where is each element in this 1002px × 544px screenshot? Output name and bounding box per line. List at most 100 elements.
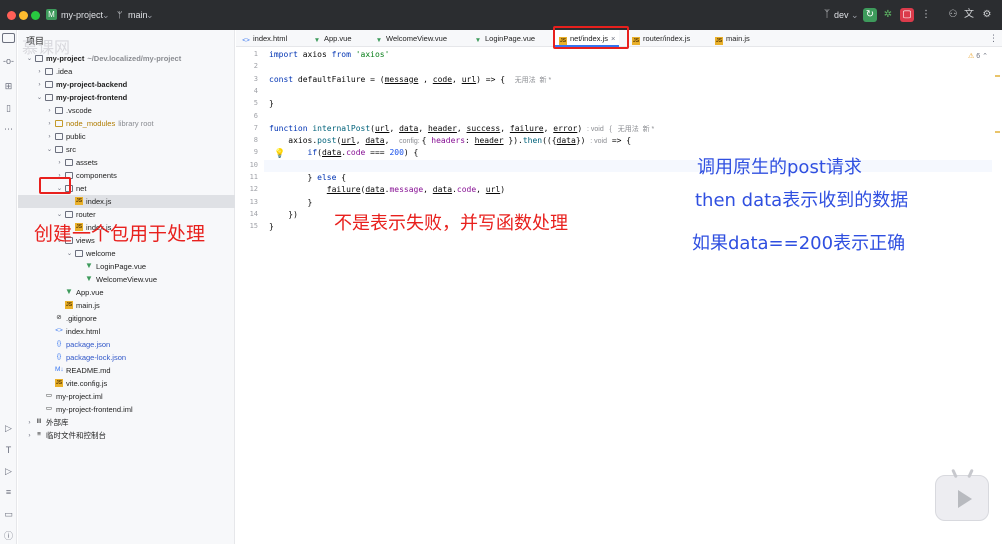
line-number: 10: [249, 160, 258, 169]
line-number: 7: [253, 123, 258, 132]
chevron-icon: ⌃: [982, 53, 988, 60]
tree-item-label: README.md: [66, 366, 111, 375]
tab-main-js[interactable]: JS main.js: [715, 30, 750, 47]
watermark: 慕课网: [22, 38, 71, 57]
code-line[interactable]: } else {: [269, 172, 347, 184]
code-token: ===: [365, 148, 390, 158]
line-number: 14: [249, 209, 258, 218]
commit-icon[interactable]: -o-: [2, 55, 15, 68]
line-number: 6: [253, 111, 258, 120]
tab-loginpage-vue[interactable]: ▼ LoginPage.vue: [474, 30, 535, 47]
code-token: data: [322, 148, 342, 158]
chevron-down-icon[interactable]: ⌄: [66, 247, 73, 260]
line-number: 9: [253, 148, 258, 157]
chevron-right-icon[interactable]: ›: [46, 130, 53, 143]
chevron-right-icon[interactable]: ›: [46, 117, 53, 130]
tree-item[interactable]: › my-project-backend: [18, 78, 235, 91]
translate-icon[interactable]: 文: [962, 8, 976, 22]
tree-item[interactable]: ▭ my-project.iml: [18, 390, 235, 403]
code-line[interactable]: }: [269, 197, 313, 209]
code-token: data: [399, 123, 419, 133]
tree-item[interactable]: ▼ WelcomeView.vue: [18, 273, 235, 286]
terminal-build-icon[interactable]: T: [2, 444, 15, 457]
maximize-window-button[interactable]: [31, 11, 40, 20]
tree-item[interactable]: › .vscode: [18, 104, 235, 117]
run-tool-icon[interactable]: ▷: [2, 465, 15, 478]
code-line[interactable]: import axios from 'axios': [269, 49, 389, 61]
branch-switcher[interactable]: main: [128, 10, 148, 20]
tree-item[interactable]: ⌄ src: [18, 143, 235, 156]
tree-item[interactable]: › node_modules library root: [18, 117, 235, 130]
project-tool-icon[interactable]: [2, 33, 15, 43]
chevron-right-icon[interactable]: ›: [36, 65, 43, 78]
code-line[interactable]: failure(data.message, data.code, url): [269, 184, 505, 196]
tab-app-vue[interactable]: ▼ App.vue: [313, 30, 352, 47]
stop-icon[interactable]: ▢: [900, 8, 914, 22]
line-number: 3: [253, 74, 258, 83]
tab-welcomeview-vue[interactable]: ▼ WelcomeView.vue: [375, 30, 447, 47]
settings-icon[interactable]: ⚙: [980, 8, 994, 22]
tree-item[interactable]: JS vite.config.js: [18, 377, 235, 390]
more-icon[interactable]: ⋮: [919, 8, 933, 22]
tree-item[interactable]: › assets: [18, 156, 235, 169]
vue-file-icon: ▼: [85, 274, 93, 283]
tree-item[interactable]: › ≡ 临时文件和控制台: [18, 429, 235, 442]
tree-item[interactable]: <> index.html: [18, 325, 235, 338]
code-line[interactable]: }): [269, 209, 298, 221]
inspection-widget[interactable]: ⚠ 6 ⌃: [968, 52, 988, 60]
tab-index-html[interactable]: <> index.html: [242, 30, 287, 47]
tree-item[interactable]: {} package-lock.json: [18, 351, 235, 364]
chevron-right-icon[interactable]: ›: [56, 156, 63, 169]
tree-item[interactable]: › public: [18, 130, 235, 143]
tree-item[interactable]: › .idea: [18, 65, 235, 78]
run-icon[interactable]: ↻: [863, 8, 877, 22]
tree-item[interactable]: {} package.json: [18, 338, 235, 351]
structure-icon[interactable]: ⊞: [2, 80, 15, 93]
code-line[interactable]: const defaultFailure = (message , code, …: [269, 74, 551, 86]
chevron-right-icon[interactable]: ›: [36, 78, 43, 91]
problems-icon[interactable]: ⓘ: [2, 530, 15, 543]
run-config-select[interactable]: dev: [834, 10, 849, 20]
code-line[interactable]: }: [269, 98, 274, 110]
tree-item[interactable]: M↓ README.md: [18, 364, 235, 377]
terminal-icon[interactable]: ▭: [2, 508, 15, 521]
code-token: ,: [384, 136, 400, 146]
minimize-window-button[interactable]: [19, 11, 28, 20]
code-line[interactable]: function internalPost(url, data, header,…: [269, 123, 654, 135]
tree-item[interactable]: ▭ my-project-frontend.iml: [18, 403, 235, 416]
code-line[interactable]: }: [269, 221, 274, 233]
line-number: 1: [253, 50, 258, 58]
user-icon[interactable]: ⚇: [946, 8, 960, 22]
project-switcher[interactable]: my-project: [61, 10, 103, 20]
bookmarks-icon[interactable]: ▯: [2, 102, 15, 115]
tree-item[interactable]: JS main.js: [18, 299, 235, 312]
code-line[interactable]: if(data.code === 200) {: [269, 147, 419, 159]
tab-label: LoginPage.vue: [485, 34, 536, 43]
chevron-right-icon[interactable]: ›: [26, 416, 33, 429]
tree-item[interactable]: ▼ App.vue: [18, 286, 235, 299]
code-token: }: [269, 173, 318, 182]
chevron-down-icon[interactable]: ⌄: [36, 91, 43, 104]
tree-item[interactable]: ⌄ welcome: [18, 247, 235, 260]
tree-item[interactable]: › Ⅲ 外部库: [18, 416, 235, 429]
editor-scrollbar[interactable]: [992, 47, 1002, 544]
tree-item[interactable]: ⌄ my-project-frontend: [18, 91, 235, 104]
intention-bulb-icon[interactable]: 💡: [274, 148, 285, 159]
debug-icon[interactable]: ✲: [881, 8, 895, 22]
tab-router-index-js[interactable]: JS router/index.js: [632, 30, 690, 47]
code-token: 200: [389, 148, 404, 158]
more-tools-icon[interactable]: ⋯: [2, 123, 15, 136]
chevron-down-icon[interactable]: ⌄: [46, 143, 53, 156]
code-line[interactable]: axios.post(url, data, config: { headers:…: [269, 135, 631, 147]
chevron-right-icon[interactable]: ›: [46, 104, 53, 117]
tree-item[interactable]: ▼ LoginPage.vue: [18, 260, 235, 273]
services-icon[interactable]: ▷: [2, 422, 15, 435]
chevron-right-icon[interactable]: ›: [26, 429, 33, 442]
tree-item[interactable]: JS index.js: [18, 195, 235, 208]
tree-item[interactable]: ⊘ .gitignore: [18, 312, 235, 325]
video-play-icon[interactable]: [935, 468, 989, 521]
close-window-button[interactable]: [7, 11, 16, 20]
todo-icon[interactable]: ≡: [2, 486, 15, 499]
tab-menu-icon[interactable]: ⋮: [989, 33, 998, 44]
